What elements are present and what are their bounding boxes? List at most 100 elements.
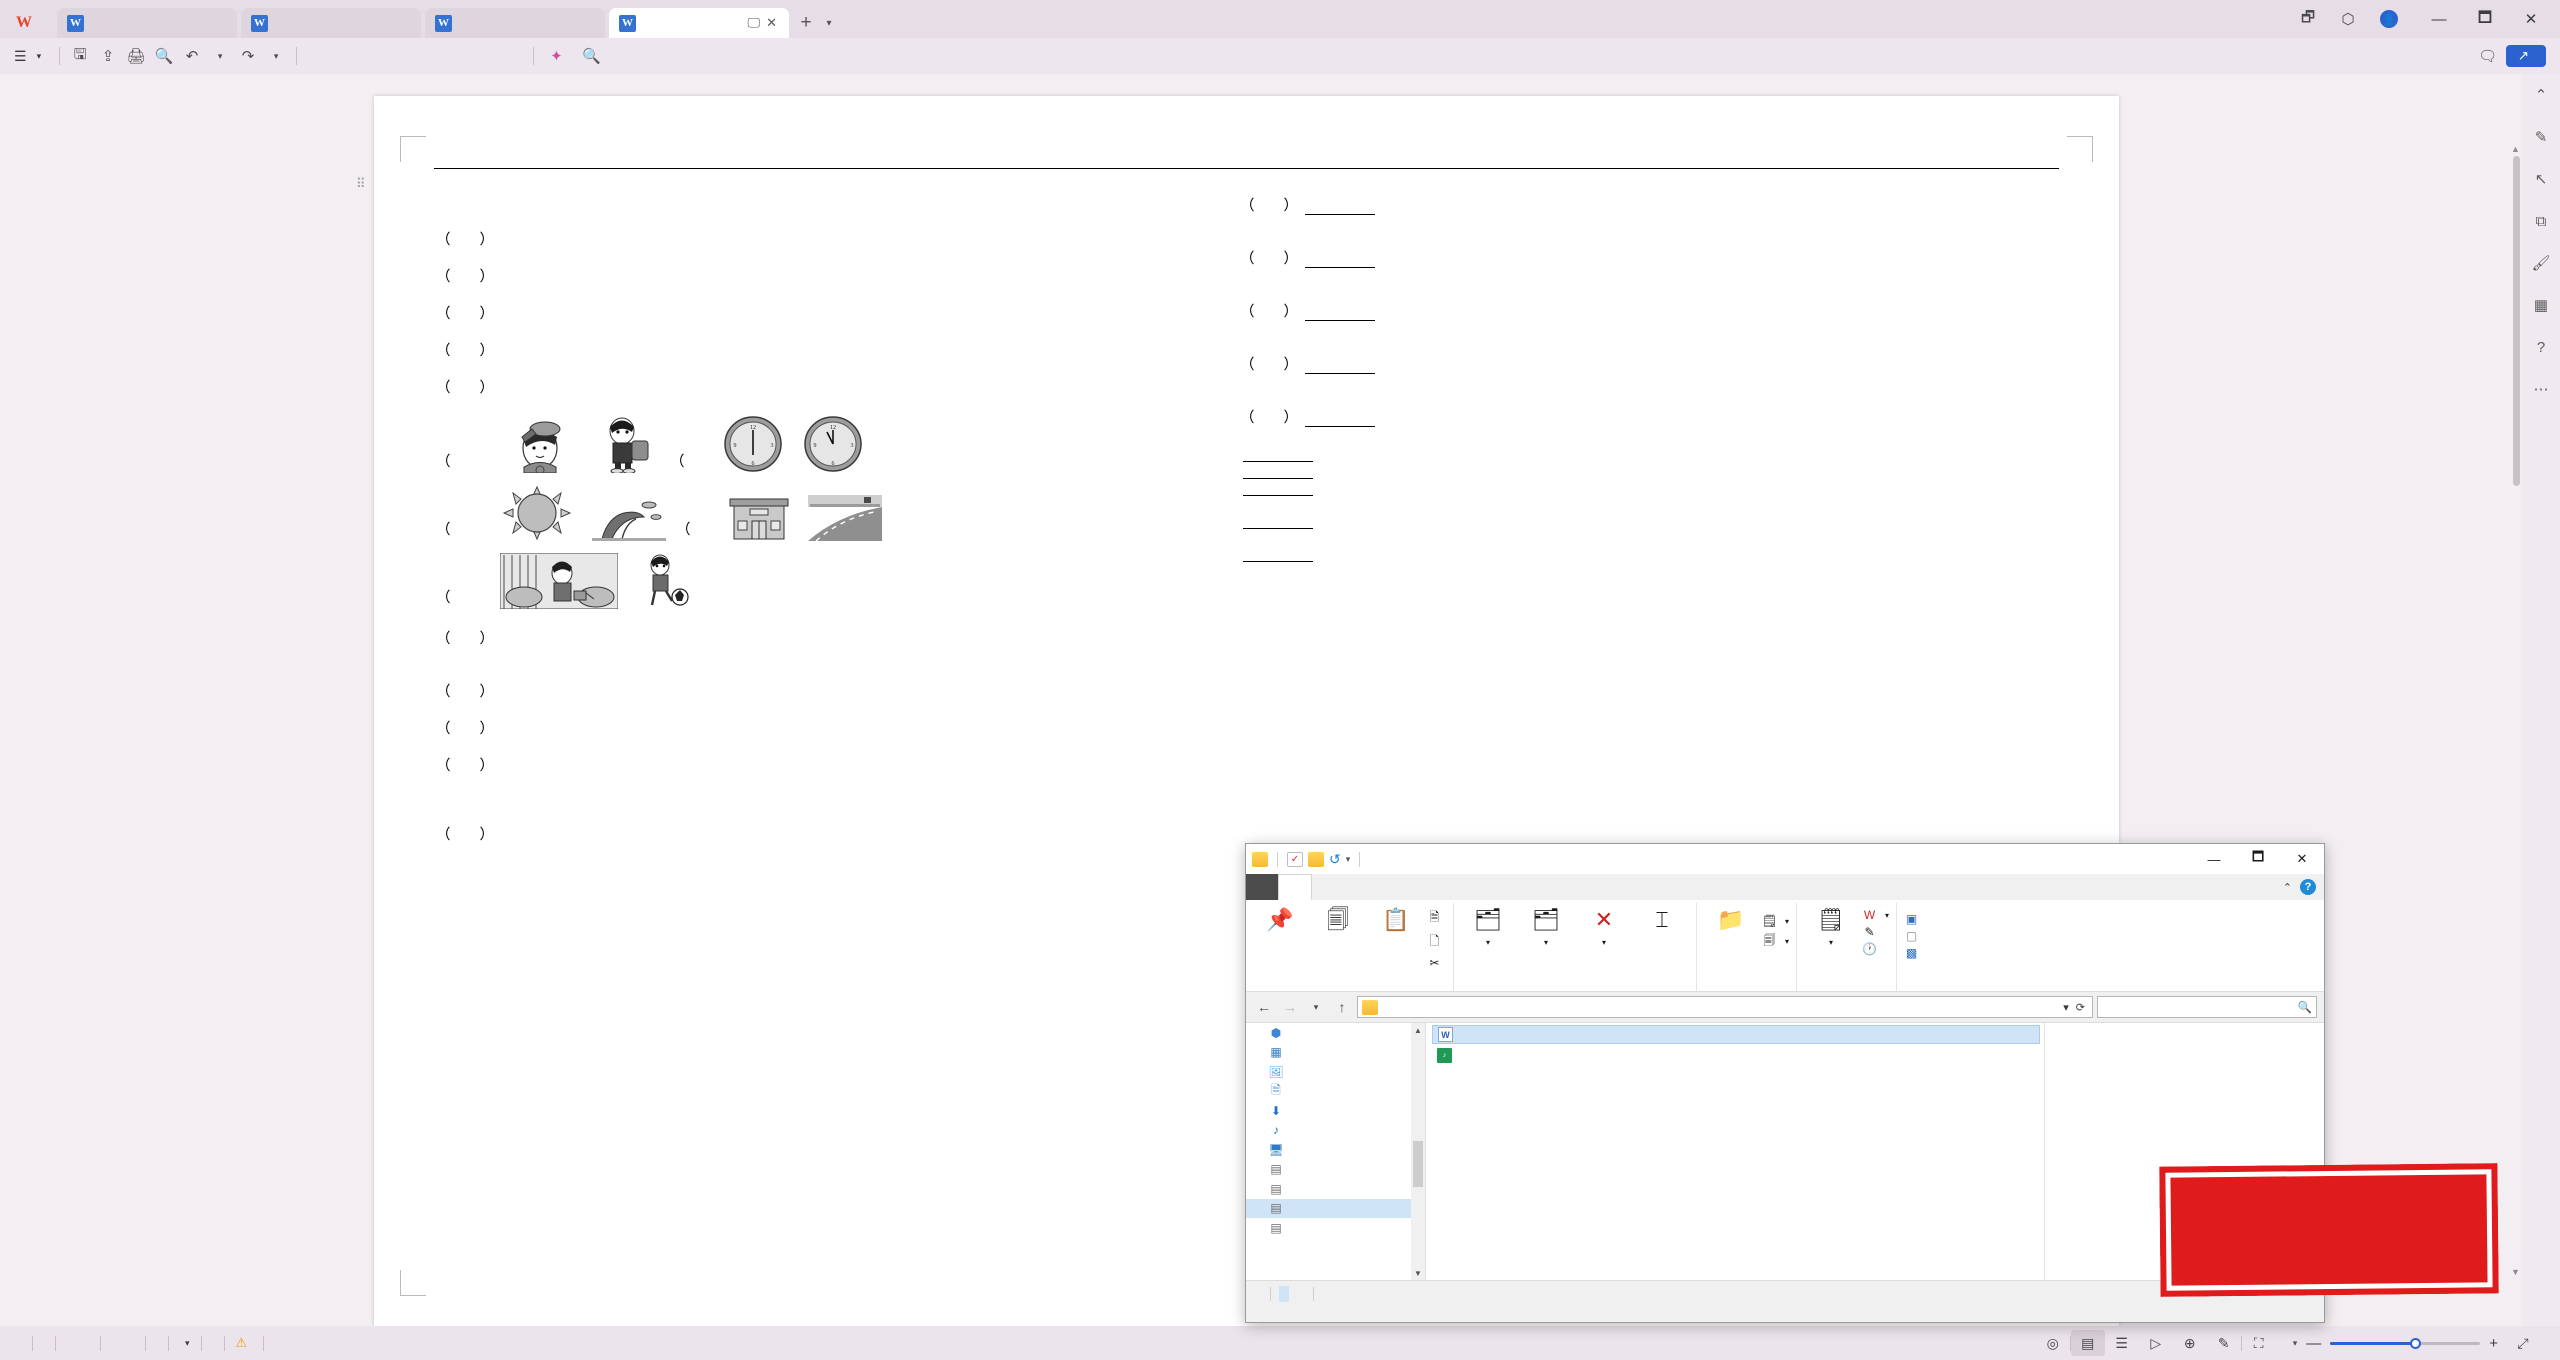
new-tab-icon[interactable]: + xyxy=(793,8,819,38)
edit-button[interactable]: ✎ xyxy=(1862,925,1889,939)
pin-to-quick-access-button[interactable]: 📌 xyxy=(1253,906,1307,936)
zoom-in-icon[interactable]: + xyxy=(2489,1335,2498,1352)
invert-selection-button[interactable]: ▩ xyxy=(1904,946,1923,960)
page-view-icon[interactable]: ▤ xyxy=(2070,1330,2105,1356)
print-preview-icon[interactable]: 🔍 xyxy=(150,42,178,70)
scroll-up-icon[interactable]: ▲ xyxy=(1411,1023,1425,1037)
explorer-tab-view[interactable] xyxy=(1344,874,1376,900)
rename-button[interactable]: ⌶ xyxy=(1635,906,1689,936)
minimize-icon[interactable]: — xyxy=(2416,0,2462,38)
maximize-icon[interactable]: 🗖 xyxy=(2236,844,2280,874)
nav-scrollbar[interactable]: ▲ ▼ xyxy=(1411,1023,1425,1280)
zoom-slider-knob[interactable] xyxy=(2410,1337,2422,1349)
nav-item-videos[interactable]: ▦ xyxy=(1246,1043,1425,1063)
table-icon[interactable]: ▦ xyxy=(2528,292,2554,318)
search-input[interactable]: 🔍 xyxy=(2097,996,2317,1018)
ribbon-tab-member[interactable] xyxy=(499,38,527,74)
paste-shortcut-button[interactable]: 🗋 xyxy=(1427,932,1446,953)
nav-item-desktop[interactable]: 🖥 xyxy=(1246,1140,1425,1160)
comment-icon[interactable]: 🗨 xyxy=(2474,42,2502,70)
up-icon[interactable]: ↑ xyxy=(1331,996,1353,1018)
copy-path-button[interactable]: 🗎 xyxy=(1427,908,1446,929)
delete-button[interactable]: ✕ ▾ xyxy=(1577,906,1631,947)
explorer-tab-home[interactable] xyxy=(1278,874,1312,900)
chevron-down-icon[interactable]: ▾ xyxy=(2293,1338,2298,1349)
scroll-up-icon[interactable]: ▲ xyxy=(2511,144,2520,154)
nav-item-drive-e[interactable]: ▤ xyxy=(1246,1198,1425,1218)
document-tab-3[interactable]: W xyxy=(425,8,605,38)
close-tab-icon[interactable]: ✕ xyxy=(766,15,777,31)
undo-icon[interactable]: ↺ xyxy=(1329,851,1341,868)
chevron-down-icon[interactable]: ▾ xyxy=(1346,854,1351,865)
copy-button[interactable]: 🗐 xyxy=(1311,906,1365,936)
select-none-button[interactable]: ▢ xyxy=(1904,929,1923,943)
wps-ai-button[interactable]: ✦ xyxy=(540,38,578,74)
back-icon[interactable]: ← xyxy=(1253,996,1275,1018)
outline-view-icon[interactable]: ☰ xyxy=(2105,1330,2139,1356)
close-icon[interactable]: ✕ xyxy=(2508,0,2554,38)
eye-preview-icon[interactable]: ◎ xyxy=(2036,1330,2070,1356)
document-tab-2[interactable]: W xyxy=(241,8,421,38)
nav-item-music[interactable]: ♪ xyxy=(1246,1121,1425,1141)
new-folder-button[interactable]: 📁 xyxy=(1704,906,1758,936)
select-cursor-icon[interactable]: ↖ xyxy=(2528,166,2554,192)
cut-button[interactable]: ✂ xyxy=(1427,956,1446,970)
pen-view-icon[interactable]: ✎ xyxy=(2207,1330,2241,1356)
scrollbar-thumb[interactable] xyxy=(2513,156,2520,486)
properties-quick-icon[interactable]: ✓ xyxy=(1287,851,1303,867)
move-to-button[interactable]: 🗂 ▾ xyxy=(1461,906,1515,947)
document-vertical-scrollbar[interactable] xyxy=(2511,156,2522,1326)
undo-chevron-down-icon[interactable]: ▾ xyxy=(206,42,234,70)
format-brush-icon[interactable]: 🖌 xyxy=(2528,250,2554,276)
nav-item-drive-f[interactable]: ▤ xyxy=(1246,1218,1425,1238)
login-button[interactable]: 👤 xyxy=(2368,0,2416,38)
help-icon[interactable]: ? xyxy=(2528,334,2554,360)
address-input[interactable]: ▾ ⟳ xyxy=(1357,996,2093,1018)
paste-button[interactable]: 📋 xyxy=(1369,906,1423,936)
file-list-item[interactable]: ♪ xyxy=(1432,1046,2040,1065)
tab-list-chevron-down-icon[interactable]: ▾ xyxy=(819,8,839,38)
copy-to-button[interactable]: 🗂 ▾ xyxy=(1519,906,1573,947)
zoom-control[interactable]: ▾ — + xyxy=(2276,1335,2506,1352)
edit-pen-icon[interactable]: ✎ xyxy=(2528,124,2554,150)
chevron-down-icon[interactable]: ▾ xyxy=(1602,938,1606,947)
restore-tab-icon[interactable]: 🖵 xyxy=(748,15,761,31)
redo-icon[interactable]: ↷ xyxy=(234,42,262,70)
scroll-down-icon[interactable]: ▼ xyxy=(1411,1266,1425,1280)
save-icon[interactable]: 🖫 xyxy=(66,42,94,70)
forward-icon[interactable]: → xyxy=(1279,996,1301,1018)
ribbon-tab-page[interactable] xyxy=(359,38,387,74)
file-list-item[interactable]: W xyxy=(1432,1025,2040,1044)
explorer-tab-share[interactable] xyxy=(1312,874,1344,900)
explorer-file-list[interactable]: W ♪ xyxy=(1426,1023,2044,1280)
search-icon[interactable]: 🔍 xyxy=(578,42,606,70)
ribbon-tab-review[interactable] xyxy=(415,38,443,74)
collapse-ribbon-icon[interactable]: ⌃ xyxy=(2283,881,2292,894)
file-menu-button[interactable]: ☰ ▾ xyxy=(0,38,53,74)
paragraph-drag-handle[interactable]: ⠿ xyxy=(356,177,368,196)
layers-icon[interactable]: ⧉ xyxy=(2528,208,2554,234)
minimize-icon[interactable]: — xyxy=(2192,844,2236,874)
share-button[interactable]: ↗ xyxy=(2505,45,2546,67)
document-tab-1[interactable]: W xyxy=(57,8,237,38)
nav-item-local-disk-c[interactable]: ▤ xyxy=(1246,1160,1425,1180)
new-item-button[interactable]: 🗒 ▾ xyxy=(1762,914,1789,928)
scrollbar-thumb[interactable] xyxy=(1413,1141,1423,1187)
document-tab-4-active[interactable]: W 🖵 ✕ xyxy=(609,8,789,38)
more-tools-icon[interactable]: ⋯ xyxy=(2528,376,2554,402)
address-chevron-down-icon[interactable]: ▾ xyxy=(2063,1001,2069,1014)
nav-item-documents[interactable]: 🗎 xyxy=(1246,1082,1425,1102)
ribbon-tab-insert[interactable] xyxy=(331,38,359,74)
chevron-down-icon[interactable]: ▾ xyxy=(1885,911,1889,920)
zoom-slider-track[interactable] xyxy=(2330,1337,2481,1349)
play-view-icon[interactable]: ▷ xyxy=(2139,1330,2173,1356)
nav-item-pictures[interactable]: 🖼 xyxy=(1246,1062,1425,1082)
ribbon-tab-view[interactable] xyxy=(443,38,471,74)
window-snap-icon[interactable]: 🗗 xyxy=(2288,0,2328,38)
recent-locations-chevron-down-icon[interactable]: ▾ xyxy=(1305,996,1327,1018)
nav-item-downloads[interactable]: ⬇ xyxy=(1246,1101,1425,1121)
chevron-down-icon[interactable]: ▾ xyxy=(1544,938,1548,947)
chevron-down-icon[interactable]: ▾ xyxy=(1785,917,1789,926)
select-all-button[interactable]: ▣ xyxy=(1904,912,1923,926)
chevron-down-icon[interactable]: ▾ xyxy=(1829,938,1833,947)
